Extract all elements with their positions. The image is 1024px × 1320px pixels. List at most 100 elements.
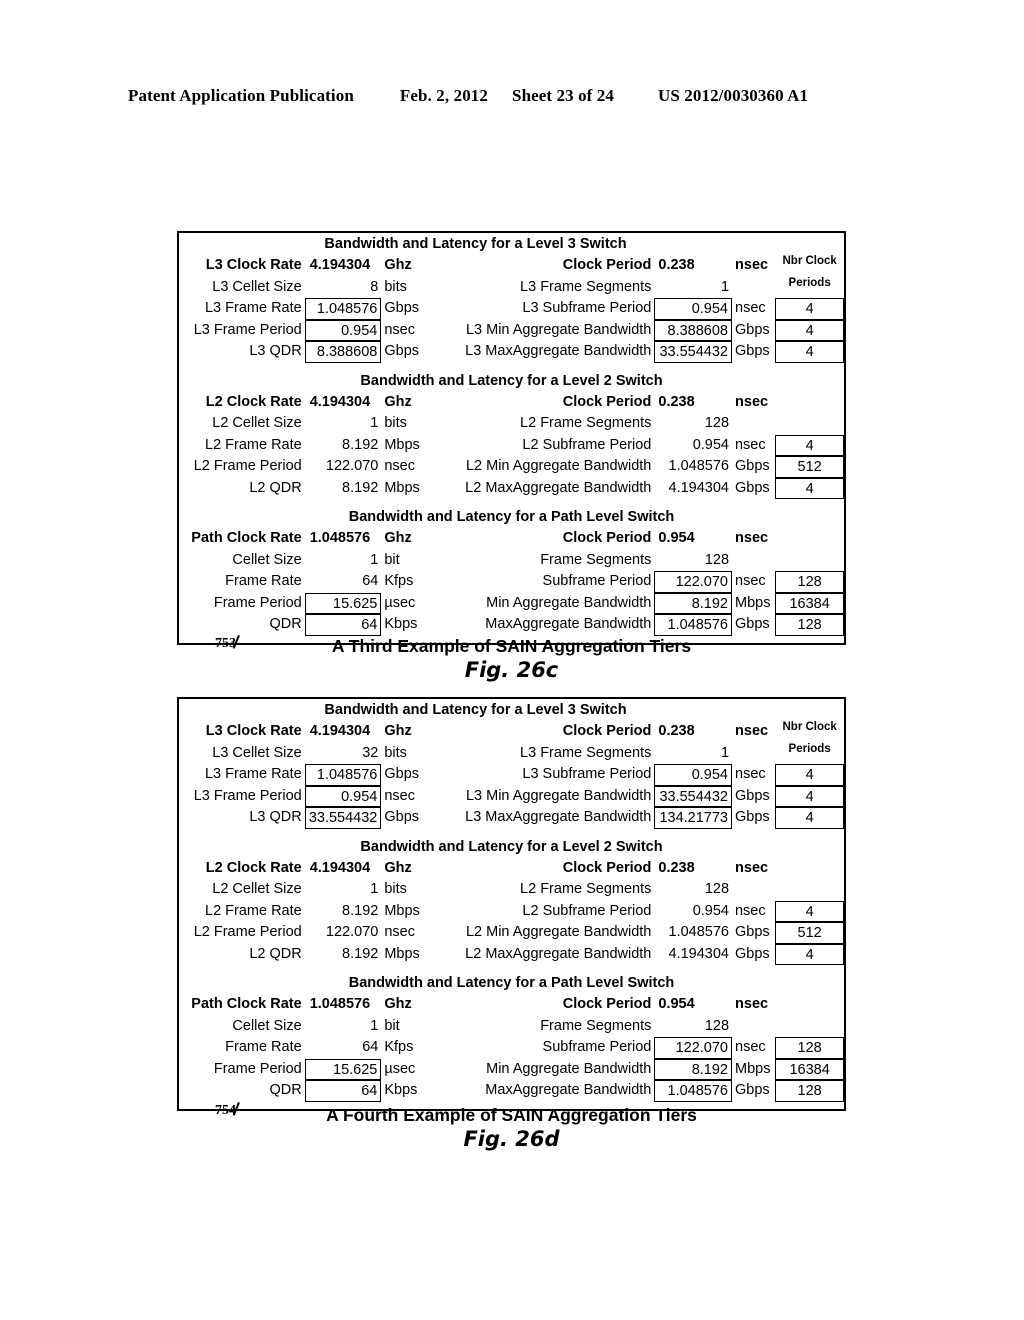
row-value-left: 8.192 <box>342 479 379 496</box>
clock-period-value: 0.238 <box>658 257 695 273</box>
clock-period-value: 0.238 <box>658 859 695 876</box>
row-unit-right: Gbps <box>735 616 770 632</box>
row-unit-right: nsec <box>735 1039 766 1055</box>
row-label-right: Frame Segments <box>540 551 652 568</box>
row-label-left: L2 Frame Rate <box>205 902 302 919</box>
row-label-right: L3 Subframe Period <box>522 766 652 782</box>
row-unit-right <box>732 1016 775 1038</box>
section-title-row: Bandwidth and Latency for a Level 2 Swit… <box>179 836 844 858</box>
row-unit-left: bit <box>384 1017 400 1034</box>
clock-period-unit: nsec <box>735 393 769 410</box>
row-nbr-clock: 4 <box>775 319 844 341</box>
row-label-right: Min Aggregate Bandwidth <box>486 594 652 611</box>
row-unit-left: Mbps <box>384 902 420 919</box>
spacer-cell <box>427 298 451 320</box>
row-value-left: 1 <box>370 551 379 568</box>
row-nbr-clock: 4 <box>775 434 844 456</box>
table-row: Frame Rate 64 Kfps Subframe Period 122.070 ns… <box>179 1037 844 1059</box>
row-value-right: 4.194304 <box>668 479 729 496</box>
row-label-left: L2 Frame Rate <box>205 436 302 453</box>
table-row: Frame Rate 64 Kfps Subframe Period 122.070 ns… <box>179 571 844 593</box>
spacer-cell <box>427 435 451 457</box>
row-value-left: 122.070 <box>325 924 379 940</box>
spacer-cell <box>427 1016 451 1038</box>
row-value-right: 128 <box>704 415 730 431</box>
row-label-left: L3 Frame Period <box>193 787 302 804</box>
row-unit-right: Mbps <box>735 594 771 611</box>
row-value-left: 1.048576 <box>304 298 382 320</box>
row-label-right: L2 Subframe Period <box>522 436 652 453</box>
row-value-right: 1.048576 <box>668 458 729 474</box>
row-label-left: L3 Cellet Size <box>212 744 302 761</box>
clock-period-label: Clock Period <box>562 530 652 546</box>
row-value-right: 128 <box>704 881 730 897</box>
row-label-right: Subframe Period <box>542 573 652 589</box>
row-label-left: L3 Frame Period <box>193 321 302 338</box>
clock-period-label: Clock Period <box>562 723 652 739</box>
row-label-left: QDR <box>269 616 302 632</box>
row-label-left: Frame Period <box>213 1060 302 1077</box>
row-value-right: 134.21773 <box>654 807 732 829</box>
spacer-cell <box>427 341 451 363</box>
spacer-cell <box>427 614 451 636</box>
publication-number: US 2012/0030360 A1 <box>658 86 809 105</box>
row-nbr-clock: 4 <box>775 900 844 922</box>
row-nbr-clock: 4 <box>775 298 844 320</box>
figure-26d-label: Fig. 26d <box>463 1127 560 1151</box>
row-nbr-clock: 128 <box>775 1037 844 1059</box>
row-label-left: L2 Frame Period <box>193 924 302 940</box>
row-label-left: L3 QDR <box>249 809 302 825</box>
clock-period-value: 0.954 <box>658 530 695 546</box>
table-row: L2 QDR 8.192 Mbps L2 MaxAggregate Bandwidth… <box>179 477 844 499</box>
row-value-right: 1 <box>720 744 730 761</box>
nbr-clock-header-line2: Periods <box>788 742 831 755</box>
spacer-cell <box>427 879 451 901</box>
row-nbr-clock: 4 <box>775 341 844 363</box>
clock-rate-value: 4.194304 <box>309 257 371 273</box>
clock-rate-label: Path Clock Rate <box>191 996 302 1012</box>
row-nbr-clock <box>775 879 844 901</box>
row-nbr-clock: 4 <box>775 785 844 807</box>
table-row: L3 Cellet Size 8 bits L3 Frame Segments 1 Per… <box>179 277 844 299</box>
row-nbr-clock: 16384 <box>775 1058 844 1080</box>
table-26c: Bandwidth and Latency for a Level 3 Swit… <box>177 231 846 645</box>
row-nbr-clock: 4 <box>775 764 844 786</box>
row-value-left: 0.954 <box>304 785 382 807</box>
clock-rate-value: 4.194304 <box>309 393 371 410</box>
clock-period-label: Clock Period <box>562 257 652 273</box>
table-row: L3 Cellet Size 32 bits L3 Frame Segments 1 Pe… <box>179 743 844 765</box>
nbr-clock-header-line2: Periods <box>788 276 831 289</box>
table-row: L2 Frame Period 122.070 nsec L2 Min Aggrega… <box>179 922 844 944</box>
row-unit-right: nsec <box>735 300 766 316</box>
row-value-right: 33.554432 <box>654 341 732 363</box>
nbr-clock-header <box>775 858 844 880</box>
row-value-right: 0.954 <box>692 902 729 919</box>
row-nbr-clock <box>775 413 844 435</box>
row-unit-left: Kfps <box>384 1039 414 1055</box>
clock-rate-row: Path Clock Rate 1.048576 Ghz Clock Period 0.… <box>179 994 844 1016</box>
row-value-left: 8.192 <box>342 902 379 919</box>
spacer-cell <box>427 922 451 944</box>
clock-rate-unit: Ghz <box>384 393 412 410</box>
row-value-right: 4.194304 <box>668 945 729 962</box>
row-unit-left: bits <box>384 278 407 295</box>
row-value-right: 122.070 <box>654 1037 732 1059</box>
section-title: Bandwidth and Latency for a Path Level S… <box>348 975 675 991</box>
row-unit-left: Gbps <box>384 343 420 359</box>
section-title-row: Bandwidth and Latency for a Path Level S… <box>179 506 844 528</box>
row-nbr-clock: 4 <box>775 943 844 965</box>
row-unit-left: Kbps <box>384 1082 418 1098</box>
row-unit-right: Gbps <box>735 809 770 825</box>
row-unit-right: nsec <box>734 902 766 919</box>
row-unit-left: nsec <box>384 458 415 474</box>
row-unit-right: Gbps <box>734 479 770 496</box>
row-value-right: 1 <box>720 278 730 295</box>
section-title-row: Bandwidth and Latency for a Level 3 Swit… <box>179 699 844 721</box>
row-value-left: 8 <box>370 278 379 295</box>
row-unit-right: Gbps <box>735 343 770 359</box>
table-row: QDR 64 Kbps MaxAggregate Bandwidth 1.048576 G… <box>179 614 844 636</box>
row-label-left: L3 QDR <box>249 343 302 359</box>
row-value-left: 32 <box>362 744 379 761</box>
row-unit-right: Gbps <box>734 945 770 962</box>
row-value-right: 8.192 <box>654 592 732 614</box>
